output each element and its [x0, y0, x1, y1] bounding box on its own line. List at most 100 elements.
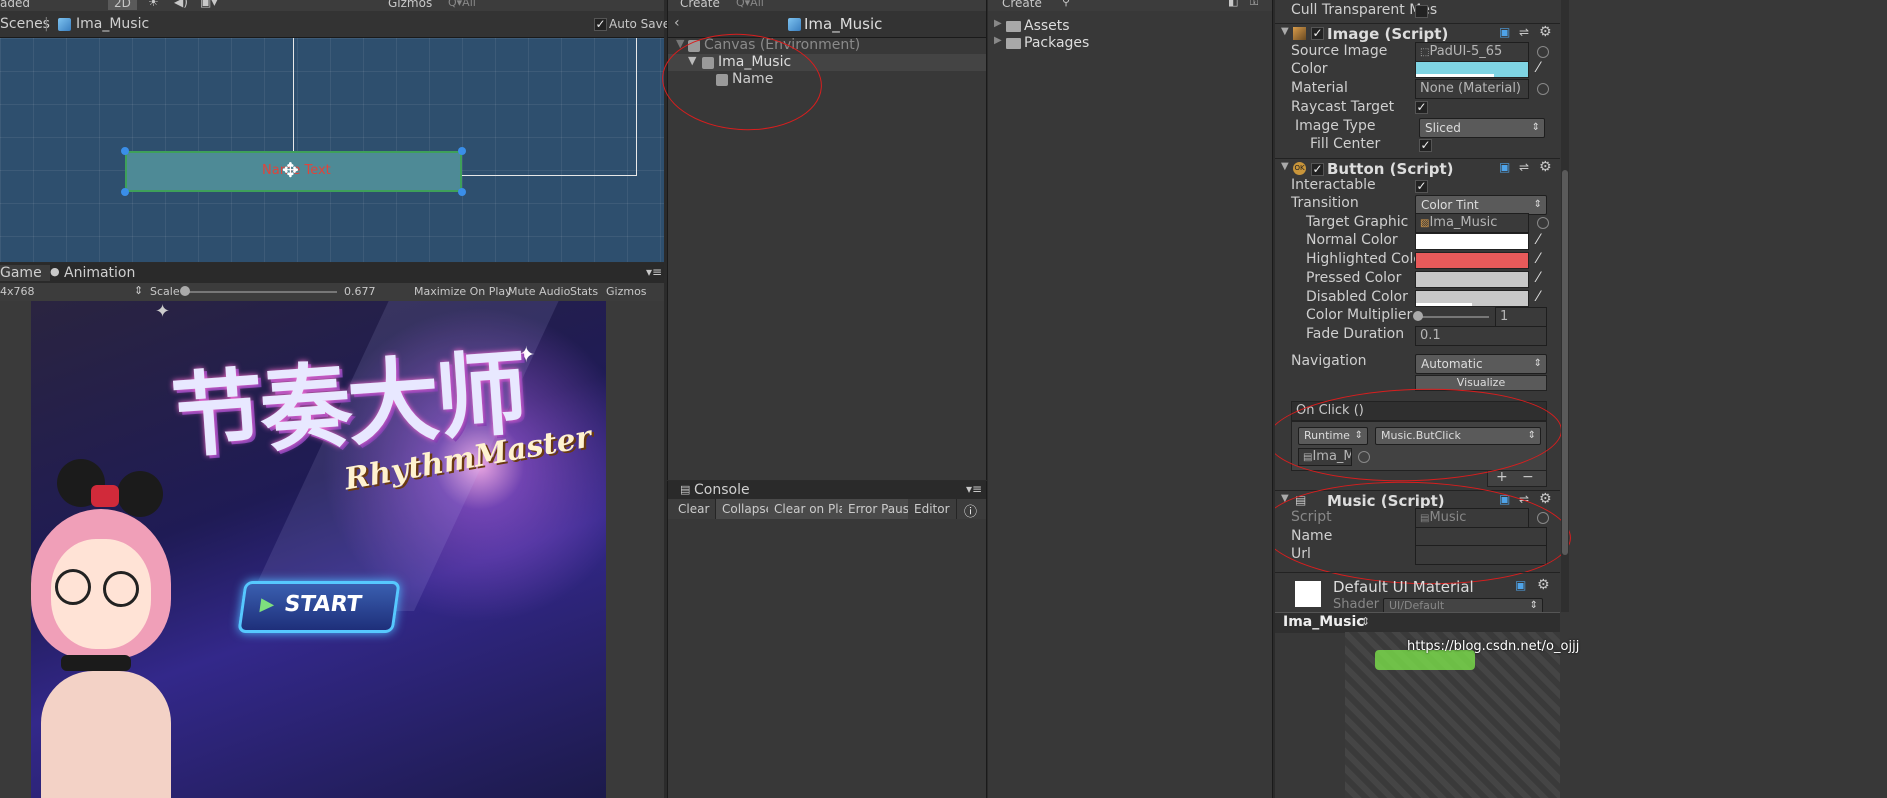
lighting-icon[interactable]: ☀: [148, 0, 159, 9]
normal-color-swatch[interactable]: [1415, 233, 1529, 250]
image-type-dropdown[interactable]: Sliced: [1419, 118, 1545, 138]
audio-icon[interactable]: ◀): [174, 0, 188, 9]
pressed-color-swatch[interactable]: [1415, 271, 1529, 288]
eyedropper-icon[interactable]: ⁄: [1537, 289, 1539, 305]
preset-icon[interactable]: ⇌: [1519, 160, 1529, 174]
maximize-on-play-toggle[interactable]: Maximize On Play: [414, 285, 512, 298]
target-graphic-field[interactable]: ▨Ima_Music (Imag: [1415, 213, 1529, 233]
game-viewport[interactable]: ✦ ✦ 节奏大师 RhythmMaster ▶ START: [0, 301, 664, 798]
help-icon[interactable]: ▣: [1515, 578, 1526, 592]
hierarchy-panel: Create Q▾All ‹ Ima_Music ▼ Canvas (Envir…: [658, 0, 987, 480]
effects-icon[interactable]: ▣▾: [200, 0, 217, 9]
event-list-footer: + −: [1487, 469, 1547, 487]
console-icon: ▤: [680, 483, 691, 496]
tab-game[interactable]: Game: [0, 265, 50, 281]
foldout-arrow-icon[interactable]: ▼: [1281, 161, 1289, 172]
object-picker-icon[interactable]: [1537, 46, 1549, 58]
scale-label: Scale: [150, 285, 180, 298]
start-button[interactable]: ▶ START: [237, 581, 401, 633]
foldout-arrow-icon[interactable]: ▼: [1281, 26, 1289, 37]
footer-object-dropdown[interactable]: Ima_Music: [1283, 614, 1365, 630]
eyedropper-icon[interactable]: ⁄: [1537, 232, 1539, 248]
hierarchy-search-input[interactable]: Q▾All: [736, 0, 764, 9]
raycast-target-checkbox[interactable]: ✓: [1415, 101, 1428, 114]
interactable-checkbox[interactable]: ✓: [1415, 180, 1428, 193]
chevron-updown-icon: ⇕: [1361, 615, 1371, 628]
breadcrumb-scenes[interactable]: Scenes: [0, 16, 50, 32]
resize-handle-tl[interactable]: [121, 147, 129, 155]
inspector-scrollbar[interactable]: [1561, 0, 1569, 612]
help-icon[interactable]: ▣: [1499, 160, 1510, 174]
gear-icon[interactable]: ⚙: [1539, 491, 1552, 507]
image-color-swatch[interactable]: [1415, 61, 1529, 78]
resolution-dropdown[interactable]: 4x768: [0, 285, 35, 298]
gear-icon[interactable]: ⚙: [1539, 24, 1552, 40]
search-icon[interactable]: ⚲: [1062, 0, 1070, 8]
lock-icon[interactable]: ⚿: [1250, 0, 1258, 9]
color-multiplier-slider[interactable]: [1417, 316, 1489, 318]
clear-button[interactable]: Clear: [672, 499, 717, 519]
add-listener-button[interactable]: +: [1496, 469, 1508, 485]
image-component-header[interactable]: ▼ ✓ Image (Script) ▣ ⇌ ⚙: [1275, 23, 1560, 44]
expand-arrow-icon[interactable]: ▶: [994, 18, 1002, 29]
button-enabled-checkbox[interactable]: ✓: [1311, 163, 1324, 176]
console-panel: ▤ Console ▾≡ Clear Collapse Clear on Pla…: [667, 481, 987, 798]
help-icon[interactable]: ▣: [1499, 25, 1510, 39]
navigation-dropdown[interactable]: Automatic: [1415, 354, 1547, 374]
resize-handle-tr[interactable]: [458, 147, 466, 155]
cull-transparent-checkbox[interactable]: [1415, 5, 1428, 18]
back-arrow-icon[interactable]: ‹: [674, 15, 680, 31]
scene-gizmos-dropdown[interactable]: Gizmos: [388, 0, 432, 10]
scrollbar-thumb[interactable]: [1562, 170, 1568, 555]
project-item-packages[interactable]: ▶ Packages: [988, 35, 1272, 52]
move-gizmo-icon[interactable]: ✥: [282, 160, 299, 180]
gear-icon[interactable]: ⚙: [1537, 577, 1550, 593]
shading-mode-dropdown[interactable]: aded: [0, 0, 30, 10]
editor-dropdown[interactable]: Editor: [908, 499, 957, 519]
project-item-assets[interactable]: ▶ Assets: [988, 18, 1272, 35]
object-picker-icon[interactable]: [1537, 83, 1549, 95]
game-toolbar: 4x768 ⇕ Scale 0.677 Maximize On Play Mut…: [0, 283, 664, 301]
project-item-label: Packages: [1024, 35, 1090, 51]
tab-console[interactable]: Console: [694, 482, 750, 498]
scene-search-input[interactable]: Q▾All: [448, 0, 476, 9]
eyedropper-icon[interactable]: ⁄: [1537, 270, 1539, 286]
fade-duration-field[interactable]: 0.1: [1415, 326, 1547, 346]
pressed-color-label: Pressed Color: [1306, 270, 1402, 286]
expand-arrow-icon[interactable]: ▶: [994, 35, 1002, 46]
tab-animation[interactable]: Animation: [64, 265, 135, 281]
fill-center-checkbox[interactable]: ✓: [1419, 139, 1432, 152]
material-field[interactable]: None (Material): [1415, 79, 1529, 99]
source-image-field[interactable]: ⬚PadUI-5_65: [1415, 42, 1529, 62]
scene-breadcrumb-bar: Scenes | Ima_Music ✓ Auto Save: [0, 11, 670, 38]
remove-listener-button[interactable]: −: [1522, 469, 1534, 485]
object-picker-icon[interactable]: [1537, 217, 1549, 229]
eyedropper-icon[interactable]: ⁄: [1537, 251, 1539, 267]
transition-dropdown[interactable]: Color Tint: [1415, 195, 1547, 215]
preset-icon[interactable]: ⇌: [1519, 25, 1529, 39]
project-create-dropdown[interactable]: Create: [1002, 0, 1042, 10]
panel-menu-icon[interactable]: ▾≡: [966, 482, 982, 496]
eyedropper-icon[interactable]: ⁄: [1537, 60, 1539, 76]
panel-menu-icon[interactable]: ▾≡: [646, 265, 662, 279]
stats-toggle[interactable]: Stats: [570, 285, 598, 298]
gear-icon[interactable]: ⚙: [1539, 159, 1552, 175]
disabled-color-swatch[interactable]: [1415, 290, 1529, 307]
resize-handle-bl[interactable]: [121, 188, 129, 196]
resize-handle-br[interactable]: [458, 188, 466, 196]
highlighted-color-swatch[interactable]: [1415, 252, 1529, 269]
mute-audio-toggle[interactable]: Mute Audio: [508, 285, 570, 298]
mode-2d-button[interactable]: 2D: [108, 0, 137, 10]
filter-icon[interactable]: ◧: [1228, 0, 1238, 8]
info-icon[interactable]: ⓘ: [964, 501, 977, 520]
color-multiplier-thumb[interactable]: [1413, 311, 1423, 321]
color-multiplier-field[interactable]: 1: [1495, 307, 1547, 327]
button-component-header[interactable]: ▼ OK ✓ Button (Script) ▣ ⇌ ⚙: [1275, 158, 1560, 179]
scene-canvas[interactable]: Name Text ✥: [0, 38, 664, 262]
game-gizmos-dropdown[interactable]: Gizmos: [606, 285, 647, 298]
scale-slider-thumb[interactable]: [180, 286, 190, 296]
hierarchy-create-dropdown[interactable]: Create: [680, 0, 720, 10]
auto-save-checkbox[interactable]: ✓: [594, 18, 607, 31]
image-enabled-checkbox[interactable]: ✓: [1311, 27, 1324, 40]
scale-slider[interactable]: [182, 291, 337, 293]
